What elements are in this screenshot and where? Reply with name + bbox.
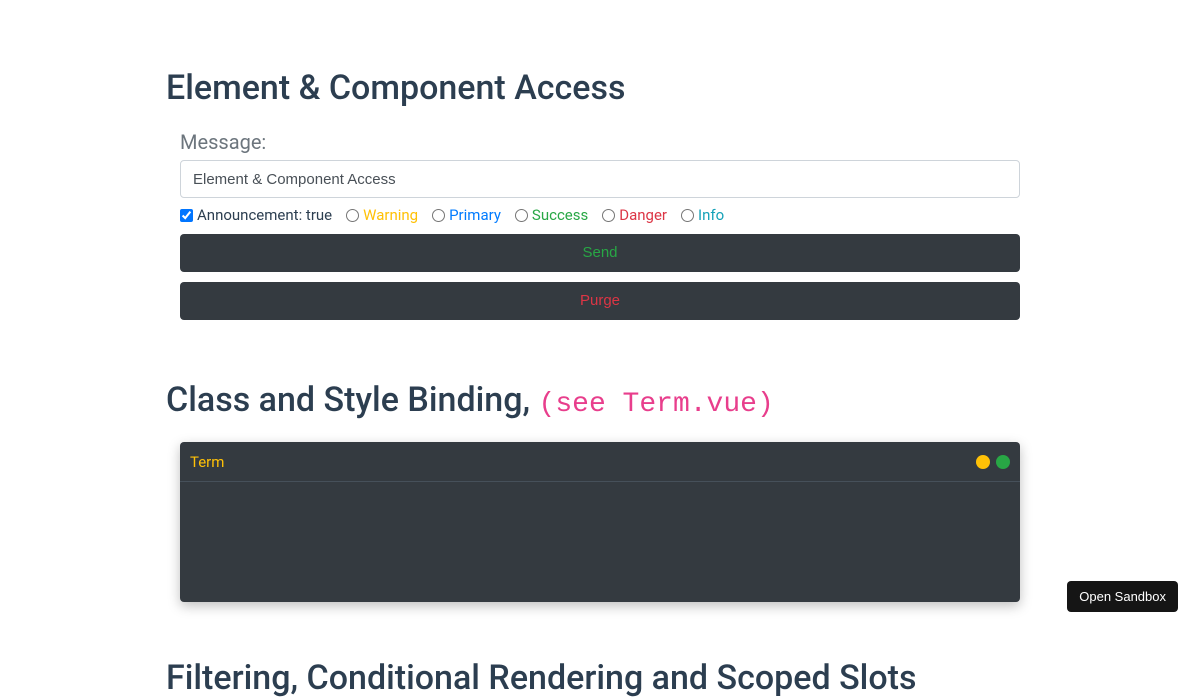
message-input[interactable] (180, 160, 1020, 198)
radio-info[interactable] (681, 209, 694, 222)
radio-warning[interactable] (346, 209, 359, 222)
section2-heading-main: Class and Style Binding, (166, 380, 539, 420)
announcement-checkbox-label[interactable]: Announcement: true (180, 206, 332, 224)
section1-heading: Element & Component Access (166, 68, 1026, 108)
radio-info-label[interactable]: Info (681, 206, 724, 224)
radio-success-text: Success (532, 206, 588, 224)
radio-success[interactable] (515, 209, 528, 222)
announcement-text: Announcement: true (197, 206, 332, 224)
message-label: Message: (180, 130, 1026, 154)
send-button[interactable]: Send (180, 234, 1020, 272)
radio-danger-label[interactable]: Danger (602, 206, 667, 224)
maximize-icon[interactable] (996, 455, 1010, 469)
term-window-controls (976, 455, 1010, 469)
radio-primary[interactable] (432, 209, 445, 222)
radio-primary-label[interactable]: Primary (432, 206, 501, 224)
term-title: Term (190, 453, 224, 471)
section3-heading: Filtering, Conditional Rendering and Sco… (166, 658, 1026, 698)
radio-danger-text: Danger (619, 206, 667, 224)
radio-danger[interactable] (602, 209, 615, 222)
radio-warning-label[interactable]: Warning (346, 206, 418, 224)
purge-button[interactable]: Purge (180, 282, 1020, 320)
radio-info-text: Info (698, 206, 724, 224)
open-sandbox-button[interactable]: Open Sandbox (1067, 581, 1178, 612)
radio-warning-text: Warning (363, 206, 418, 224)
section2-heading-note: (see Term.vue) (539, 389, 774, 420)
radio-primary-text: Primary (449, 206, 501, 224)
announcement-checkbox[interactable] (180, 209, 193, 222)
minimize-icon[interactable] (976, 455, 990, 469)
term-header: Term (180, 442, 1020, 482)
section2-heading: Class and Style Binding, (see Term.vue) (166, 380, 1026, 420)
term-panel: Term (180, 442, 1020, 602)
radio-success-label[interactable]: Success (515, 206, 588, 224)
